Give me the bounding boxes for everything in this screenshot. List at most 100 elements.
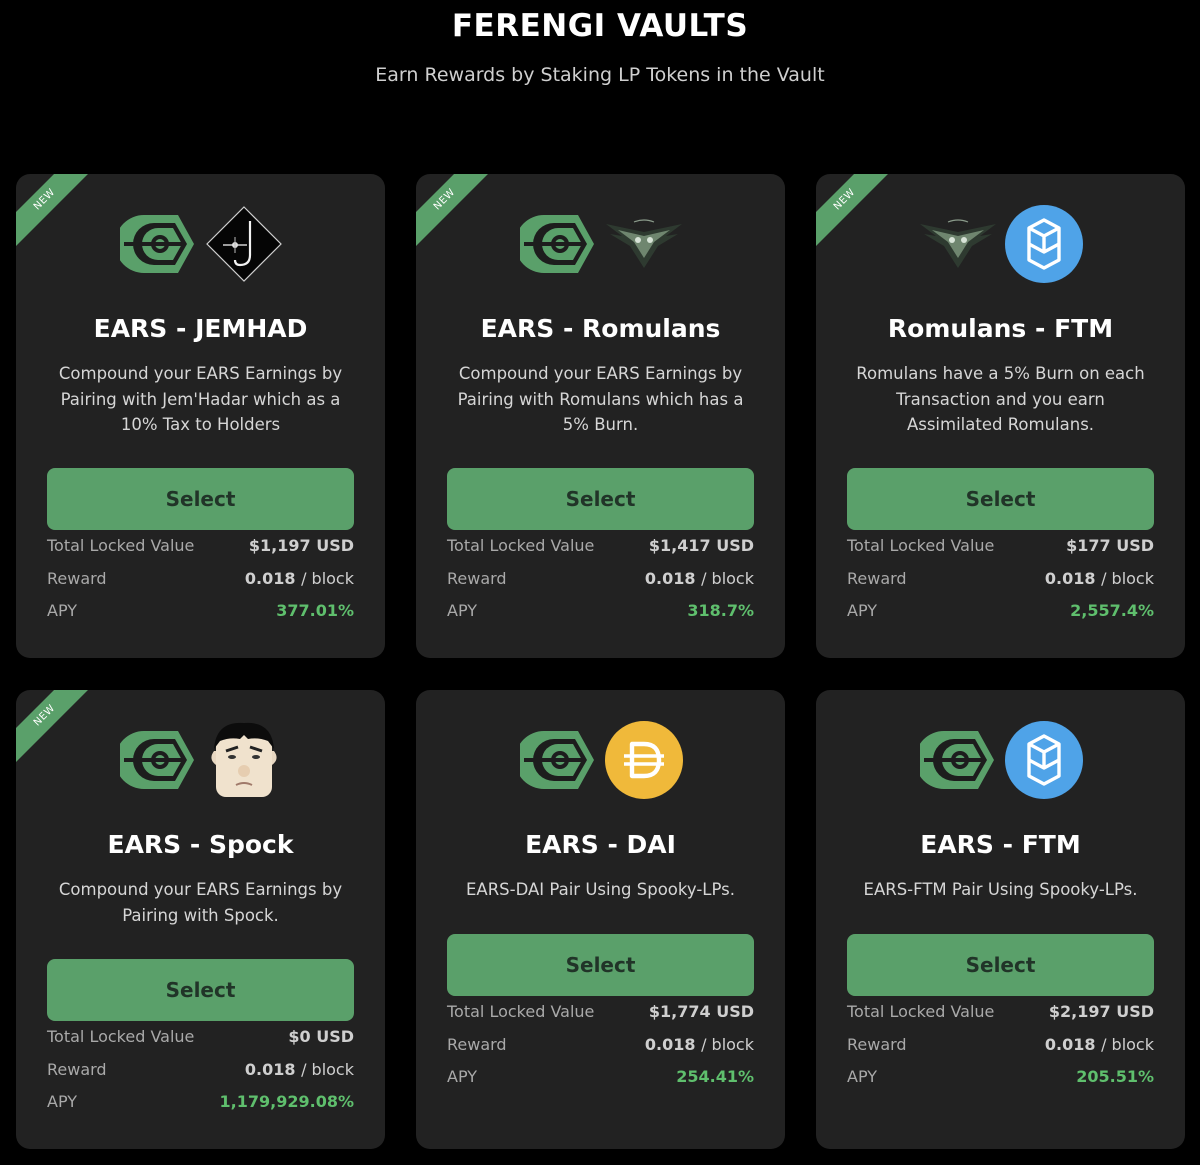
vault-description: Compound your EARS Earnings by Pairing w… bbox=[58, 364, 343, 434]
apy-row: APY 1,179,929.08% bbox=[47, 1092, 354, 1111]
reward-value: 0.018 / block bbox=[1045, 569, 1154, 588]
apy-value: 2,557.4% bbox=[1070, 601, 1154, 620]
apy-label: APY bbox=[47, 1092, 78, 1111]
reward-row: Reward 0.018 / block bbox=[447, 569, 754, 588]
apy-row: APY 377.01% bbox=[47, 601, 354, 620]
tvl-value: $1,197 USD bbox=[248, 536, 354, 555]
tvl-row: Total Locked Value $1,774 USD bbox=[447, 1002, 754, 1021]
reward-value: 0.018 / block bbox=[245, 569, 354, 588]
apy-row: APY 205.51% bbox=[847, 1067, 1154, 1086]
reward-value: 0.018 / block bbox=[245, 1060, 354, 1079]
token-pair-icons bbox=[416, 720, 785, 800]
ferengi-ears-icon bbox=[518, 204, 598, 284]
vault-title: EARS - FTM bbox=[920, 830, 1081, 859]
tvl-row: Total Locked Value $0 USD bbox=[47, 1027, 354, 1046]
apy-value: 254.41% bbox=[676, 1067, 754, 1086]
vault-title: EARS - DAI bbox=[525, 830, 676, 859]
apy-value: 377.01% bbox=[276, 601, 354, 620]
reward-value: 0.018 / block bbox=[645, 569, 754, 588]
apy-label: APY bbox=[847, 601, 878, 620]
vault-description: Compound your EARS Earnings by Pairing w… bbox=[457, 364, 744, 434]
reward-unit: / block bbox=[1101, 568, 1154, 588]
token-pair-icons bbox=[16, 204, 385, 284]
reward-unit: / block bbox=[1101, 1034, 1154, 1054]
select-vault-button[interactable]: Select bbox=[447, 934, 754, 996]
reward-amount: 0.018 bbox=[1044, 1034, 1096, 1054]
tvl-value: $1,417 USD bbox=[648, 536, 754, 555]
romulan-warbird-icon bbox=[918, 204, 998, 284]
apy-value: 205.51% bbox=[1076, 1067, 1154, 1086]
reward-amount: 0.018 bbox=[644, 1034, 696, 1054]
apy-row: APY 318.7% bbox=[447, 601, 754, 620]
reward-unit: / block bbox=[701, 568, 754, 588]
dai-icon bbox=[604, 720, 684, 800]
reward-amount: 0.018 bbox=[644, 568, 696, 588]
ferengi-ears-icon bbox=[118, 720, 198, 800]
tvl-label: Total Locked Value bbox=[447, 536, 595, 555]
reward-row: Reward 0.018 / block bbox=[847, 1035, 1154, 1054]
reward-label: Reward bbox=[47, 1059, 107, 1079]
tvl-value: $0 USD bbox=[288, 1027, 354, 1046]
reward-unit: / block bbox=[701, 1034, 754, 1054]
vault-title: Romulans - FTM bbox=[887, 314, 1114, 343]
vault-card: NEW EARS - JEMHAD Compound your EARS Earni… bbox=[16, 174, 385, 658]
select-vault-button[interactable]: Select bbox=[847, 468, 1154, 530]
apy-label: APY bbox=[47, 601, 78, 620]
jemhadar-icon bbox=[204, 204, 284, 284]
ferengi-ears-icon bbox=[918, 720, 998, 800]
apy-row: APY 2,557.4% bbox=[847, 601, 1154, 620]
reward-label: Reward bbox=[447, 1034, 507, 1054]
token-pair-icons bbox=[816, 204, 1185, 284]
reward-row: Reward 0.018 / block bbox=[847, 569, 1154, 588]
apy-value: 1,179,929.08% bbox=[219, 1092, 354, 1111]
vault-description: Romulans have a 5% Burn on each Transact… bbox=[856, 364, 1145, 434]
reward-unit: / block bbox=[301, 1059, 354, 1079]
tvl-value: $177 USD bbox=[1066, 536, 1154, 555]
tvl-row: Total Locked Value $1,197 USD bbox=[47, 536, 354, 555]
reward-label: Reward bbox=[847, 1034, 907, 1054]
token-pair-icons bbox=[816, 720, 1185, 800]
ferengi-ears-icon bbox=[518, 720, 598, 800]
reward-label: Reward bbox=[447, 568, 507, 588]
vault-card: EARS - DAI EARS-DAI Pair Using Spooky-LPs… bbox=[416, 690, 785, 1149]
fantom-ftm-icon bbox=[1004, 720, 1084, 800]
tvl-row: Total Locked Value $2,197 USD bbox=[847, 1002, 1154, 1021]
tvl-row: Total Locked Value $177 USD bbox=[847, 536, 1154, 555]
page-subtitle: Earn Rewards by Staking LP Tokens in the… bbox=[375, 64, 825, 86]
reward-row: Reward 0.018 / block bbox=[447, 1035, 754, 1054]
apy-label: APY bbox=[447, 1067, 478, 1086]
vault-card: NEW EARS - Romulans Compound your EARS Ear… bbox=[416, 174, 785, 658]
tvl-label: Total Locked Value bbox=[47, 536, 195, 555]
romulan-warbird-icon bbox=[604, 204, 684, 284]
token-pair-icons bbox=[416, 204, 785, 284]
reward-amount: 0.018 bbox=[1044, 568, 1096, 588]
reward-value: 0.018 / block bbox=[645, 1035, 754, 1054]
reward-unit: / block bbox=[301, 568, 354, 588]
apy-label: APY bbox=[447, 601, 478, 620]
vault-title: EARS - Spock bbox=[107, 830, 294, 859]
reward-amount: 0.018 bbox=[244, 1059, 296, 1079]
token-pair-icons bbox=[16, 720, 385, 800]
reward-value: 0.018 / block bbox=[1045, 1035, 1154, 1054]
tvl-label: Total Locked Value bbox=[47, 1027, 195, 1046]
ferengi-ears-icon bbox=[118, 204, 198, 284]
reward-label: Reward bbox=[47, 568, 107, 588]
vault-title: EARS - Romulans bbox=[480, 314, 721, 343]
select-vault-button[interactable]: Select bbox=[847, 934, 1154, 996]
select-vault-button[interactable]: Select bbox=[47, 468, 354, 530]
tvl-label: Total Locked Value bbox=[847, 536, 995, 555]
tvl-label: Total Locked Value bbox=[447, 1002, 595, 1021]
tvl-value: $1,774 USD bbox=[648, 1002, 754, 1021]
fantom-ftm-icon bbox=[1004, 204, 1084, 284]
select-vault-button[interactable]: Select bbox=[47, 959, 354, 1021]
reward-row: Reward 0.018 / block bbox=[47, 569, 354, 588]
vault-title: EARS - JEMHAD bbox=[93, 314, 308, 343]
select-vault-button[interactable]: Select bbox=[447, 468, 754, 530]
vault-card: EARS - FTM EARS-FTM Pair Using Spooky-LPs… bbox=[816, 690, 1185, 1149]
reward-row: Reward 0.018 / block bbox=[47, 1060, 354, 1079]
tvl-value: $2,197 USD bbox=[1048, 1002, 1154, 1021]
tvl-row: Total Locked Value $1,417 USD bbox=[447, 536, 754, 555]
apy-value: 318.7% bbox=[687, 601, 754, 620]
vault-description: Compound your EARS Earnings by Pairing w… bbox=[58, 880, 343, 925]
page-title: FERENGI VAULTS bbox=[451, 8, 749, 44]
